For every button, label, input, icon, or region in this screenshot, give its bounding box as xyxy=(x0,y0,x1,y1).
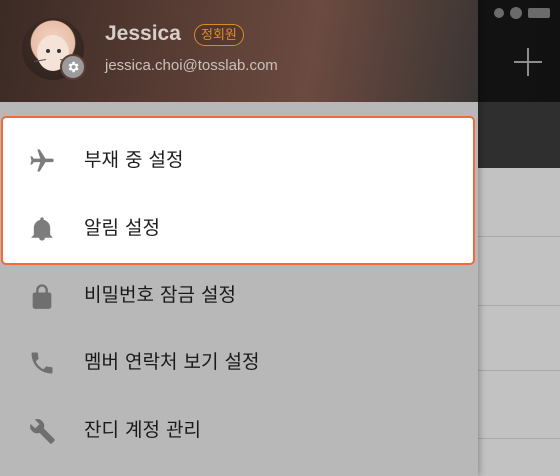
menu-item-account-management[interactable]: 잔디 계정 관리 xyxy=(0,397,478,464)
bell-icon xyxy=(28,215,56,243)
airplane-icon xyxy=(28,147,56,175)
status-bar-icons xyxy=(494,4,550,22)
menu-item-member-contacts[interactable]: 멤버 연락처 보기 설정 xyxy=(0,329,478,396)
menu-item-label: 멤버 연락처 보기 설정 xyxy=(84,351,260,373)
menu-item-away-settings[interactable]: 부재 중 설정 xyxy=(0,127,478,194)
menu-item-label: 부재 중 설정 xyxy=(84,149,184,171)
gear-icon[interactable] xyxy=(60,54,86,80)
wrench-icon xyxy=(28,417,56,445)
menu-item-notification-settings[interactable]: 알림 설정 xyxy=(0,195,478,262)
menu-item-label: 비밀번호 잠금 설정 xyxy=(84,284,236,306)
profile-header[interactable]: Jessica 정회원 jessica.choi@tosslab.com xyxy=(0,0,478,102)
plus-icon[interactable] xyxy=(514,48,542,76)
lock-icon xyxy=(28,282,56,310)
menu-item-label: 알림 설정 xyxy=(84,217,160,239)
side-drawer: Jessica 정회원 jessica.choi@tosslab.com 부재 … xyxy=(0,0,478,476)
user-email: jessica.choi@tosslab.com xyxy=(105,57,278,74)
user-name: Jessica xyxy=(105,22,181,45)
menu-item-label: 잔디 계정 관리 xyxy=(84,419,201,441)
phone-icon xyxy=(28,349,56,377)
menu-item-passcode-lock[interactable]: 비밀번호 잠금 설정 xyxy=(0,262,478,329)
role-badge: 정회원 xyxy=(194,24,244,46)
